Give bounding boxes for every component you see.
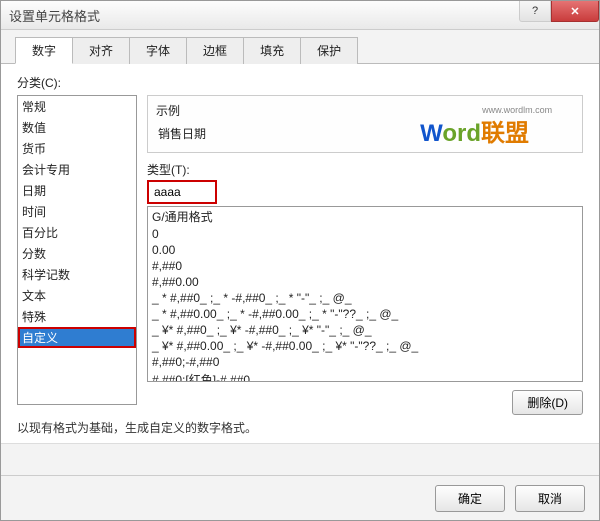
window-buttons: ? ✕ [519,1,599,21]
tab-fill[interactable]: 填充 [243,37,301,64]
category-item-percentage[interactable]: 百分比 [18,222,136,243]
tab-number[interactable]: 数字 [15,37,73,64]
format-cells-dialog: 设置单元格格式 ? ✕ 数字 对齐 字体 边框 填充 保护 分类(C): 常规 … [0,0,600,521]
close-button[interactable]: ✕ [551,1,599,22]
format-item[interactable]: #,##0;[红色]-#,##0 [148,370,582,382]
tab-alignment[interactable]: 对齐 [72,37,130,64]
sample-group: 示例 销售日期 [147,95,583,153]
format-item[interactable]: #,##0 [148,258,582,274]
category-label: 分类(C): [17,74,583,91]
type-input-highlight [147,180,217,204]
category-listbox[interactable]: 常规 数值 货币 会计专用 日期 时间 百分比 分数 科学记数 文本 特殊 自定… [17,95,137,405]
ok-button[interactable]: 确定 [435,485,505,512]
delete-row: 删除(D) [147,390,583,415]
tab-font[interactable]: 字体 [129,37,187,64]
category-item-currency[interactable]: 货币 [18,138,136,159]
sample-value: 销售日期 [156,121,574,146]
sample-label: 示例 [156,102,574,119]
type-input[interactable] [152,184,206,200]
category-item-text[interactable]: 文本 [18,285,136,306]
format-item[interactable]: 0 [148,226,582,242]
format-item[interactable]: _ * #,##0_ ;_ * -#,##0_ ;_ * "-"_ ;_ @_ [148,290,582,306]
format-item[interactable]: #,##0.00 [148,274,582,290]
tab-border[interactable]: 边框 [186,37,244,64]
titlebar: 设置单元格格式 ? ✕ [1,1,599,30]
format-item[interactable]: _ * #,##0.00_ ;_ * -#,##0.00_ ;_ * "-"??… [148,306,582,322]
format-item[interactable]: G/通用格式 [148,207,582,226]
tab-panel-number: 分类(C): 常规 数值 货币 会计专用 日期 时间 百分比 分数 科学记数 文… [1,64,599,444]
format-item[interactable]: 0.00 [148,242,582,258]
category-item-accounting[interactable]: 会计专用 [18,159,136,180]
type-group: 类型(T): G/通用格式 0 0.00 #,##0 #,##0.00 _ * … [147,161,583,382]
category-item-general[interactable]: 常规 [18,96,136,117]
category-item-custom[interactable]: 自定义 [18,327,136,348]
category-item-fraction[interactable]: 分数 [18,243,136,264]
help-button[interactable]: ? [519,1,551,22]
dialog-footer: 确定 取消 [1,475,599,520]
category-item-scientific[interactable]: 科学记数 [18,264,136,285]
category-item-special[interactable]: 特殊 [18,306,136,327]
format-item[interactable]: #,##0;-#,##0 [148,354,582,370]
hint-text: 以现有格式为基础，生成自定义的数字格式。 [17,419,583,436]
category-item-date[interactable]: 日期 [18,180,136,201]
window-title: 设置单元格格式 [9,6,100,25]
category-item-time[interactable]: 时间 [18,201,136,222]
delete-button[interactable]: 删除(D) [512,390,583,415]
right-column: 示例 销售日期 类型(T): G/通用格式 0 0.00 #,##0 #,##0… [147,95,583,405]
format-item[interactable]: _ ¥* #,##0.00_ ;_ ¥* -#,##0.00_ ;_ ¥* "-… [148,338,582,354]
columns: 常规 数值 货币 会计专用 日期 时间 百分比 分数 科学记数 文本 特殊 自定… [17,95,583,405]
format-item[interactable]: _ ¥* #,##0_ ;_ ¥* -#,##0_ ;_ ¥* "-"_ ;_ … [148,322,582,338]
format-listbox[interactable]: G/通用格式 0 0.00 #,##0 #,##0.00 _ * #,##0_ … [147,206,583,382]
cancel-button[interactable]: 取消 [515,485,585,512]
tab-protection[interactable]: 保护 [300,37,358,64]
category-item-number[interactable]: 数值 [18,117,136,138]
type-label: 类型(T): [147,161,583,178]
tab-strip: 数字 对齐 字体 边框 填充 保护 [1,30,599,64]
